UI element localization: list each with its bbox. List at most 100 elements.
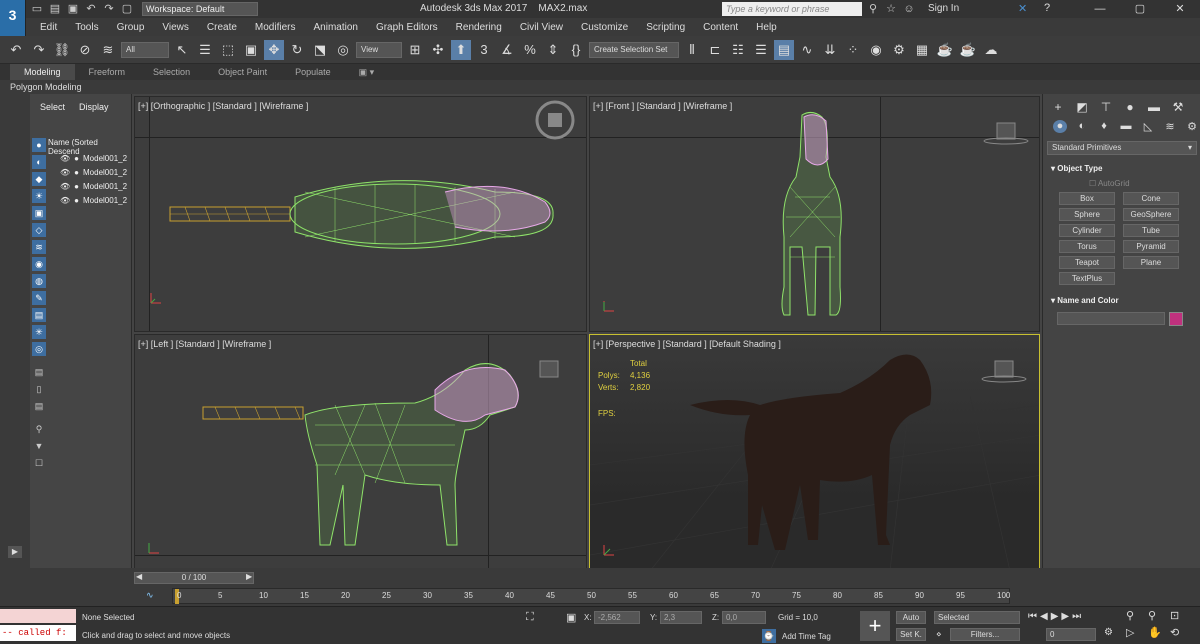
lights-icon[interactable]: ♦ (1097, 120, 1111, 133)
undo-icon[interactable]: ↶ (84, 3, 98, 15)
material-editor-icon[interactable]: ◉ (866, 40, 886, 60)
undo-icon[interactable]: ↶ (6, 40, 26, 60)
viewport-orthographic[interactable]: [+] [Orthographic ] [Standard ] [Wirefra… (134, 96, 587, 332)
close-icon[interactable]: ✕ (1160, 0, 1200, 18)
freeze-icon[interactable]: ● (74, 154, 79, 163)
key-filter-dropdown[interactable]: Selected (934, 611, 1020, 624)
sphere-button[interactable]: Sphere (1059, 208, 1115, 221)
placement-icon[interactable]: ◎ (333, 40, 353, 60)
tab-object-paint[interactable]: Object Paint (204, 64, 281, 80)
pivot-icon[interactable]: ⊞ (405, 40, 425, 60)
visible-filter-icon[interactable]: ◎ (32, 342, 46, 356)
set-key-button[interactable]: Set K. (896, 628, 926, 641)
menu-content[interactable]: Content (703, 22, 738, 33)
pyramid-button[interactable]: Pyramid (1123, 240, 1179, 253)
redo-icon[interactable]: ↷ (102, 3, 116, 15)
geometry-filter-icon[interactable]: ◐ (32, 155, 46, 169)
menu-animation[interactable]: Animation (313, 22, 357, 33)
viewport-front[interactable]: [+] [Front ] [Standard ] [Wireframe ] (589, 96, 1040, 332)
geometry-icon[interactable]: ● (1053, 120, 1067, 133)
maxscript-listener[interactable]: -- called f: (0, 625, 76, 641)
project-folder-icon[interactable]: ▢ (120, 3, 134, 15)
select-object-icon[interactable]: ↖ (172, 40, 192, 60)
render-setup-icon[interactable]: ⚙ (889, 40, 909, 60)
object-name-input[interactable] (1057, 312, 1165, 325)
go-to-start-icon[interactable]: ⏮ (1028, 611, 1037, 622)
hierarchy-tab-icon[interactable]: ⊤ (1099, 100, 1113, 114)
menu-tools[interactable]: Tools (75, 22, 98, 33)
redo-icon[interactable]: ↷ (29, 40, 49, 60)
textplus-button[interactable]: TextPlus (1059, 272, 1115, 285)
maximize-icon[interactable]: ▢ (1120, 0, 1160, 18)
cone-button[interactable]: Cone (1123, 192, 1179, 205)
tab-modeling[interactable]: Modeling (10, 64, 75, 80)
xrefs-filter-icon[interactable]: ◍ (32, 274, 46, 288)
render-production-icon[interactable]: ☕ (935, 40, 955, 60)
key-mode-icon[interactable]: ⋄ (936, 629, 942, 640)
freeze-icon[interactable]: ● (74, 182, 79, 191)
display-all-icon[interactable]: ● (32, 138, 46, 152)
align-icon[interactable]: ⊏ (705, 40, 725, 60)
object-type-rollout[interactable]: ▾ Object Type (1051, 164, 1102, 173)
rect-selection-icon[interactable]: ⬚ (218, 40, 238, 60)
visibility-icon[interactable]: 👁 (60, 168, 70, 177)
object-color-swatch[interactable] (1169, 312, 1183, 326)
curve-editor-mini-icon[interactable]: ∿ (146, 590, 154, 601)
freeze-icon[interactable]: ● (74, 168, 79, 177)
percent-snap-icon[interactable]: % (520, 40, 540, 60)
expand-arrow-icon[interactable]: ▶ (8, 546, 22, 558)
teapot-button[interactable]: Teapot (1059, 256, 1115, 269)
cameras-icon[interactable]: ▬ (1119, 120, 1133, 133)
ribbon-options-icon[interactable]: ▣ ▾ (345, 64, 389, 80)
help-icon[interactable]: ? (1044, 2, 1050, 14)
zoom-extents-icon[interactable]: ⊡ (1170, 609, 1192, 622)
utilities-tab-icon[interactable]: ⚒ (1171, 100, 1185, 114)
particles-filter-icon[interactable]: ✳ (32, 325, 46, 339)
display-tab-icon[interactable]: ▬ (1147, 100, 1161, 114)
next-frame-icon[interactable]: ▶ (1061, 611, 1069, 622)
cameras-filter-icon[interactable]: ▣ (32, 206, 46, 220)
exchange-icon[interactable]: ✕ (1018, 2, 1027, 15)
search-input[interactable]: Type a keyword or phrase (722, 2, 862, 16)
mirror-icon[interactable]: ⫴ (682, 40, 702, 60)
helpers-icon[interactable]: ◺ (1141, 120, 1155, 133)
play-icon[interactable]: ▶ (1051, 611, 1059, 622)
dope-sheet-icon[interactable]: ⇊ (820, 40, 840, 60)
menu-group[interactable]: Group (117, 22, 145, 33)
visibility-icon[interactable]: 👁 (60, 196, 70, 205)
lights-filter-icon[interactable]: ☀ (32, 189, 46, 203)
viewport-perspective[interactable]: [+] [Perspective ] [Standard ] [Default … (589, 334, 1040, 570)
layers-icon[interactable]: ☐ (32, 456, 46, 470)
workspace-dropdown[interactable]: Workspace: Default (142, 2, 258, 16)
motion-tab-icon[interactable]: ● (1123, 100, 1137, 114)
manipulate-icon[interactable]: ✣ (428, 40, 448, 60)
new-file-icon[interactable]: ▭ (30, 3, 44, 15)
list-item[interactable]: 👁 ● Model001_2 (60, 182, 127, 191)
prev-frame-icon[interactable]: ◀ (1040, 611, 1048, 622)
viewcube-left[interactable] (539, 360, 559, 378)
slider-left-arrow-icon[interactable]: ◀ (136, 572, 142, 581)
time-tag-icon[interactable]: ⌚ (762, 629, 776, 643)
viewcube-top[interactable] (535, 100, 575, 140)
modify-tab-icon[interactable]: ◩ (1075, 100, 1089, 114)
autogrid-checkbox[interactable]: ☐ AutoGrid (1089, 179, 1130, 188)
current-frame-input[interactable]: 0 (1046, 628, 1096, 641)
shapes-icon[interactable]: ◐ (1075, 120, 1089, 133)
snap-3d-icon[interactable]: 3 (474, 40, 494, 60)
layer-explorer-icon[interactable]: ☷ (728, 40, 748, 60)
set-key-icon[interactable]: + (860, 611, 890, 641)
move-icon[interactable]: ✥ (264, 39, 284, 60)
unlink-icon[interactable]: ⊘ (75, 40, 95, 60)
add-time-tag-button[interactable]: Add Time Tag (782, 632, 831, 641)
named-selection-icon[interactable]: {} (566, 40, 586, 60)
curve-editor-icon[interactable]: ∿ (797, 40, 817, 60)
spacewarps-icon[interactable]: ≋ (1163, 120, 1177, 133)
y-coordinate[interactable]: 2,3 (660, 611, 702, 624)
app-logo[interactable]: 3 (0, 0, 26, 36)
rotate-icon[interactable]: ↻ (287, 40, 307, 60)
z-coordinate[interactable]: 0,0 (722, 611, 766, 624)
tube-button[interactable]: Tube (1123, 224, 1179, 237)
rendered-frame-icon[interactable]: ▦ (912, 40, 932, 60)
zoom-icon[interactable]: ⚲ (1126, 609, 1148, 622)
link-icon[interactable]: ⛓ (52, 40, 72, 60)
